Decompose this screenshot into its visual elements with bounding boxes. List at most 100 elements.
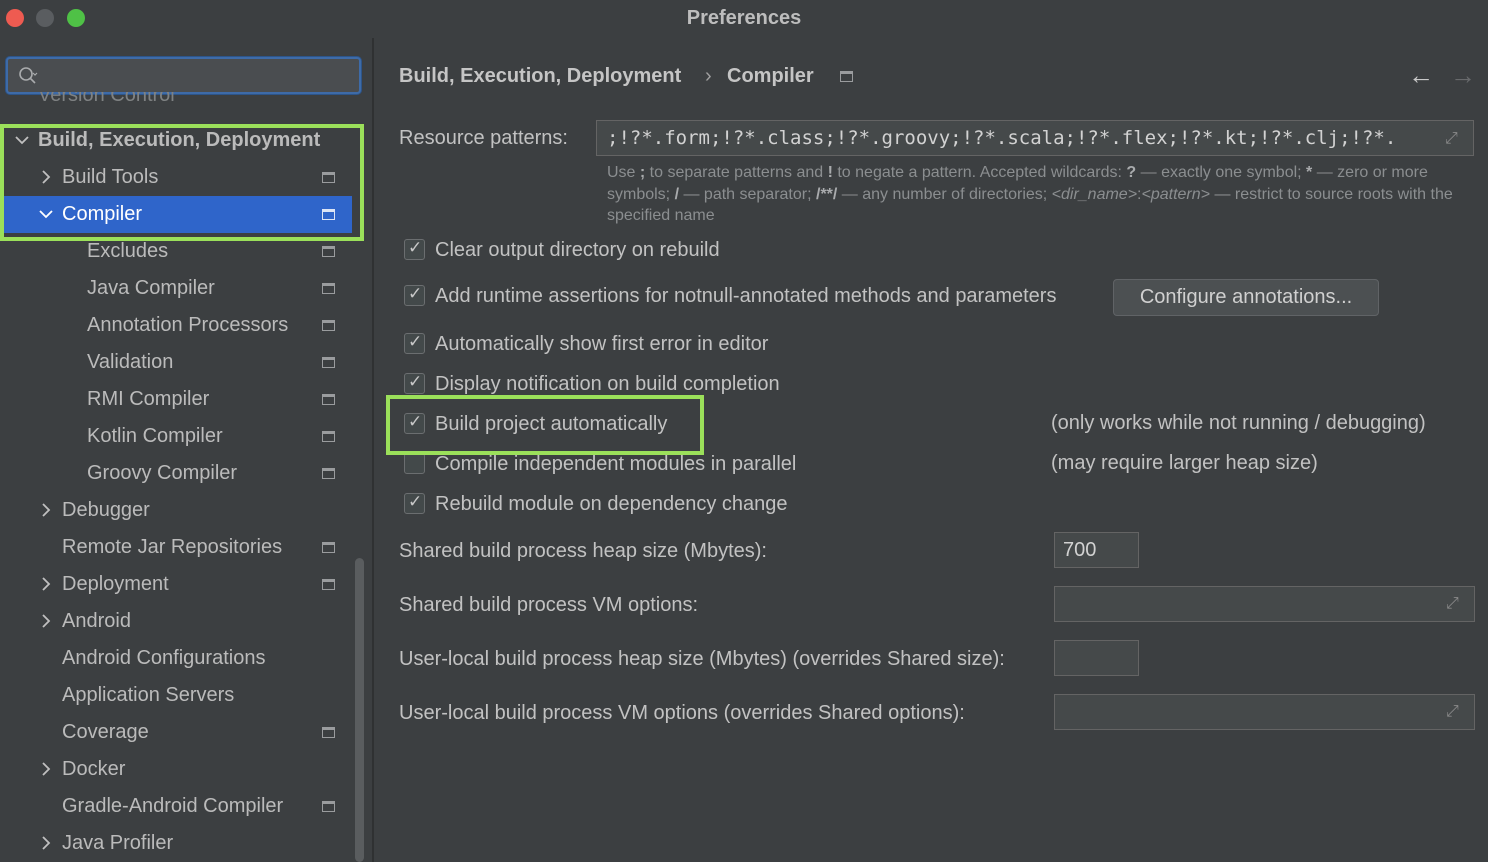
hint-text: to separate patterns and <box>645 164 828 181</box>
vm-options-label: Shared build process VM options: <box>399 594 699 616</box>
project-settings-icon <box>840 71 853 82</box>
checkbox-label: Display notification on build completion <box>435 373 780 395</box>
heap-size-label: Shared build process heap size (Mbytes): <box>399 540 767 562</box>
sidebar-item-annotation-processors[interactable]: Annotation Processors <box>0 307 352 344</box>
project-settings-icon <box>322 283 335 294</box>
back-arrow-icon[interactable]: ← <box>1408 60 1434 91</box>
sidebar-item-label: Validation <box>87 351 174 373</box>
checkbox-label: Rebuild module on dependency change <box>435 493 788 515</box>
project-settings-icon <box>322 357 335 368</box>
sidebar-item-label: Remote Jar Repositories <box>62 536 283 558</box>
sidebar-item-kotlin-compiler[interactable]: Kotlin Compiler <box>0 418 352 455</box>
sidebar-item-validation[interactable]: Validation <box>0 344 352 381</box>
chevron-right-icon <box>42 762 51 776</box>
sidebar-item-groovy-compiler[interactable]: Groovy Compiler <box>0 455 352 492</box>
user-vm-options-field[interactable]: ⤢ <box>1054 694 1475 730</box>
sidebar-item-label: Groovy Compiler <box>87 462 238 484</box>
sidebar-item-label: Docker <box>62 758 126 780</box>
expand-icon[interactable]: ⤢ <box>1446 595 1464 613</box>
project-settings-icon <box>322 246 335 257</box>
build-automatically-note: (only works while not running / debuggin… <box>1051 412 1426 434</box>
sidebar-item-label: Coverage <box>62 721 149 743</box>
hint-text: — exactly one symbol; <box>1136 164 1307 181</box>
sidebar-item-label: Application Servers <box>62 684 235 706</box>
project-settings-icon <box>322 320 335 331</box>
hint-text: to negate a pattern. Accepted wildcards: <box>832 164 1127 181</box>
sidebar-item-label: Kotlin Compiler <box>87 425 223 447</box>
sidebar-item-deployment[interactable]: Deployment <box>0 566 352 603</box>
user-heap-size-label: User-local build process heap size (Mbyt… <box>399 648 1005 670</box>
checkbox-checked-icon[interactable]: ✓ <box>404 492 425 514</box>
project-settings-icon <box>322 727 335 738</box>
checkbox-label: Add runtime assertions for notnull-annot… <box>435 285 1057 307</box>
search-input[interactable] <box>6 57 361 94</box>
title-bar: Preferences <box>0 0 1488 38</box>
compiler-settings-panel: Build, Execution, Deployment › Compiler … <box>374 38 1488 862</box>
project-settings-icon <box>322 579 335 590</box>
resource-patterns-field[interactable]: ;!?*.form;!?*.class;!?*.groovy;!?*.scala… <box>596 120 1474 156</box>
sidebar-scrollbar[interactable] <box>355 558 364 862</box>
sidebar-item-label: Gradle-Android Compiler <box>62 795 284 817</box>
highlight-annotation-build-automatically <box>386 395 704 455</box>
expand-icon[interactable]: ⤢ <box>1445 129 1463 147</box>
sidebar-item-rmi-compiler[interactable]: RMI Compiler <box>0 381 352 418</box>
sidebar-item-version-control[interactable]: Version Control <box>38 92 175 110</box>
project-settings-icon <box>322 431 335 442</box>
sidebar-item-debugger[interactable]: Debugger <box>0 492 352 529</box>
search-icon <box>19 67 38 84</box>
hint-token: ? <box>1126 164 1137 181</box>
checkbox-checked-icon[interactable]: ✓ <box>404 238 425 260</box>
checkbox-unchecked-icon[interactable] <box>404 453 425 474</box>
configure-annotations-button[interactable]: Configure annotations... <box>1113 279 1379 316</box>
sidebar-item-label: Debugger <box>62 499 150 521</box>
sidebar-item-label: Java Compiler <box>87 277 215 299</box>
sidebar-item-docker[interactable]: Docker <box>0 751 352 788</box>
project-settings-icon <box>322 394 335 405</box>
sidebar-item-android[interactable]: Android <box>0 603 352 640</box>
sidebar-item-coverage[interactable]: Coverage <box>0 714 352 751</box>
project-settings-icon <box>322 801 335 812</box>
checkbox-checked-icon[interactable]: ✓ <box>404 372 425 394</box>
heap-size-value: 700 <box>1063 539 1097 561</box>
chevron-right-icon <box>42 503 51 517</box>
sidebar-item-label: Android <box>62 610 131 632</box>
user-heap-size-field[interactable] <box>1054 640 1139 676</box>
resource-patterns-label: Resource patterns: <box>399 127 568 149</box>
sidebar-item-java-profiler[interactable]: Java Profiler <box>0 825 352 862</box>
hint-text: — path separator; <box>679 185 816 203</box>
sidebar-item-label: Deployment <box>62 573 169 595</box>
sidebar-item-label: RMI Compiler <box>87 388 210 410</box>
sidebar-item-java-compiler[interactable]: Java Compiler <box>0 270 352 307</box>
vm-options-field[interactable]: ⤢ <box>1054 586 1475 622</box>
window-title: Preferences <box>686 7 802 29</box>
user-vm-options-label: User-local build process VM options (ove… <box>399 702 965 724</box>
project-settings-icon <box>322 542 335 553</box>
sidebar-item-remote-jar-repositories[interactable]: Remote Jar Repositories <box>0 529 352 566</box>
hint-token: <dir_name> <box>1051 185 1138 203</box>
checkbox-checked-icon[interactable]: ✓ <box>404 284 425 306</box>
breadcrumb-current: Compiler <box>727 65 814 87</box>
sidebar-item-android-configurations[interactable]: Android Configurations <box>0 640 352 677</box>
resource-patterns-hint: Use ; to separate patterns and ! to nega… <box>607 162 1473 227</box>
hint-text: Use <box>607 164 640 181</box>
checkbox-checked-icon[interactable]: ✓ <box>404 332 425 354</box>
hint-text: — any number of directories; <box>837 185 1052 203</box>
chevron-right-icon <box>42 577 51 591</box>
checkbox-label: Automatically show first error in editor <box>435 333 769 355</box>
breadcrumb-separator: › <box>705 65 712 87</box>
checkbox-label: Clear output directory on rebuild <box>435 239 720 261</box>
chevron-right-icon <box>42 614 51 628</box>
highlight-annotation-sidebar <box>0 124 364 241</box>
chevron-right-icon <box>42 836 51 850</box>
sidebar-item-gradle-android-compiler[interactable]: Gradle-Android Compiler <box>0 788 352 825</box>
sidebar-item-label: Annotation Processors <box>87 314 289 336</box>
forward-arrow-icon[interactable]: → <box>1450 60 1476 91</box>
parallel-note: (may require larger heap size) <box>1051 452 1318 474</box>
hint-token: /**/ <box>816 185 838 203</box>
hint-token: <pattern> <box>1141 185 1211 203</box>
breadcrumb-parent[interactable]: Build, Execution, Deployment <box>399 65 681 88</box>
sidebar-item-label: Android Configurations <box>62 647 266 669</box>
sidebar-item-application-servers[interactable]: Application Servers <box>0 677 352 714</box>
expand-icon[interactable]: ⤢ <box>1446 703 1464 721</box>
heap-size-field[interactable]: 700 <box>1054 532 1139 568</box>
